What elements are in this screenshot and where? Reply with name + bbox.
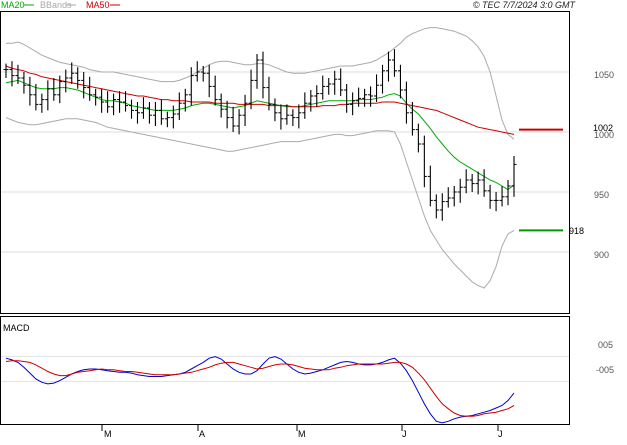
marker-label-lower-band: 918 [569,226,584,236]
macd-title: MACD [3,323,30,333]
y-tick-label: 1050 [594,70,614,80]
x-month-label: M [298,429,306,439]
x-month-label: J [498,429,503,439]
chart-svg: MA20 BBands MA50 © TEC 7/7/2024 3:0 GMT … [0,0,614,439]
macd-y-tick-label: 005 [598,340,613,350]
macd-y-tick-label: -005 [596,365,614,375]
macd-panel [0,316,570,425]
legend-bbands: BBands [40,0,72,10]
copyright-text: © TEC 7/7/2024 3:0 GMT [473,0,577,10]
x-month-label: J [402,429,407,439]
y-tick-label: 900 [594,250,609,260]
marker-label-ma50: 1002 [593,123,613,133]
legend-ma50: MA50 [86,0,110,10]
stock-chart: MA20 BBands MA50 © TEC 7/7/2024 3:0 GMT … [0,0,627,440]
x-month-label: A [199,429,205,439]
y-tick-label: 950 [594,190,609,200]
legend-ma20: MA20 [1,0,25,10]
x-month-label: M [104,429,112,439]
